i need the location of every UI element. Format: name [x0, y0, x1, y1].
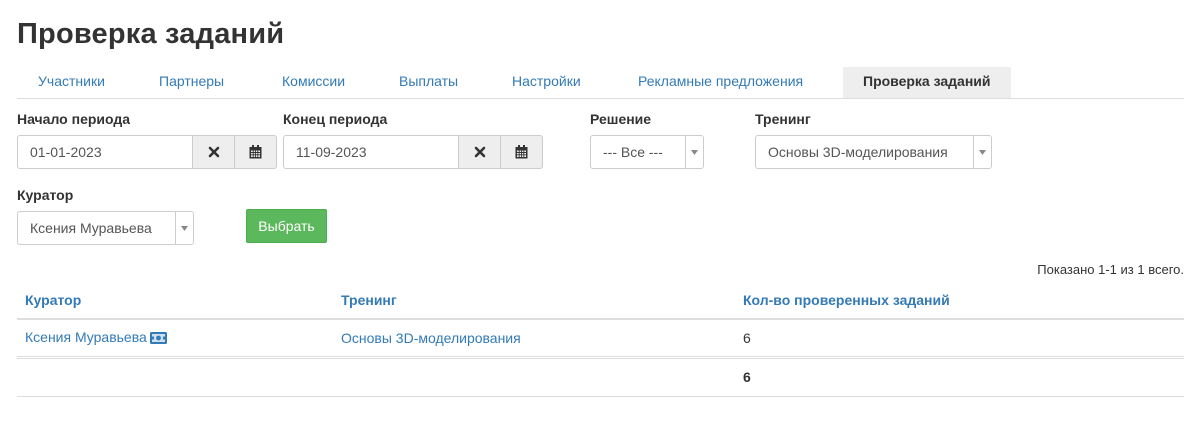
curator-select-value: Ксения Муравьева: [30, 220, 152, 236]
chevron-down-icon: [973, 136, 991, 168]
period-start-label: Начало периода: [17, 111, 131, 127]
cell-training: Основы 3D-моделирования: [333, 319, 735, 358]
column-header-curator[interactable]: Куратор: [17, 282, 333, 320]
tab-task-review[interactable]: Проверка заданий: [843, 67, 1011, 98]
training-link[interactable]: Основы 3D-моделирования: [341, 330, 521, 346]
curator-select[interactable]: Ксения Муравьева: [17, 211, 194, 245]
select-submit-button[interactable]: Выбрать: [246, 209, 327, 243]
results-summary: Показано 1-1 из 1 всего.: [1037, 262, 1184, 277]
table-total-row: 6: [17, 355, 1184, 397]
calendar-icon: [515, 145, 528, 159]
clear-icon: [208, 146, 219, 158]
total-cell-empty: [17, 355, 333, 397]
tab-commissions[interactable]: Комиссии: [261, 67, 378, 98]
calendar-icon: [249, 145, 262, 159]
cell-curator: Ксения Муравьева: [17, 319, 333, 358]
period-end-group: [283, 135, 543, 169]
total-count: 6: [735, 355, 1184, 397]
tab-ad-offers[interactable]: Рекламные предложения: [617, 67, 843, 98]
chevron-down-icon: [685, 136, 703, 168]
training-select-value: Основы 3D-моделирования: [768, 144, 948, 160]
period-end-input[interactable]: [283, 135, 459, 169]
tab-payouts[interactable]: Выплаты: [378, 67, 491, 98]
curator-label: Куратор: [17, 187, 74, 203]
id-card-icon[interactable]: [149, 331, 167, 347]
tabs-nav: Участники Партнеры Комиссии Выплаты Наст…: [17, 67, 1184, 99]
tab-settings[interactable]: Настройки: [491, 67, 617, 98]
period-start-clear-button[interactable]: [193, 135, 235, 169]
cell-count: 6: [735, 319, 1184, 358]
period-end-calendar-button[interactable]: [501, 135, 543, 169]
tab-participants[interactable]: Участники: [17, 67, 138, 98]
total-cell-empty: [333, 355, 735, 397]
decision-select[interactable]: --- Все ---: [590, 135, 704, 169]
period-end-clear-button[interactable]: [459, 135, 501, 169]
page-title: Проверка заданий: [17, 18, 285, 50]
decision-label: Решение: [590, 111, 652, 127]
decision-select-value: --- Все ---: [603, 144, 663, 160]
column-header-training[interactable]: Тренинг: [333, 282, 735, 320]
tab-partners[interactable]: Партнеры: [138, 67, 261, 98]
chevron-down-icon: [175, 212, 193, 244]
period-end-label: Конец периода: [283, 111, 388, 127]
clear-icon: [474, 146, 485, 158]
results-table: Куратор Тренинг Кол-во проверенных задан…: [17, 282, 1184, 397]
period-start-calendar-button[interactable]: [235, 135, 277, 169]
table-header-row: Куратор Тренинг Кол-во проверенных задан…: [17, 282, 1184, 320]
training-label: Тренинг: [755, 111, 811, 127]
period-start-input[interactable]: [17, 135, 193, 169]
table-row: Ксения Муравьева Основы 3D-моделирования…: [17, 319, 1184, 358]
period-start-group: [17, 135, 277, 169]
curator-link[interactable]: Ксения Муравьева: [25, 329, 147, 345]
training-select[interactable]: Основы 3D-моделирования: [755, 135, 992, 169]
column-header-count[interactable]: Кол-во проверенных заданий: [735, 282, 1184, 320]
